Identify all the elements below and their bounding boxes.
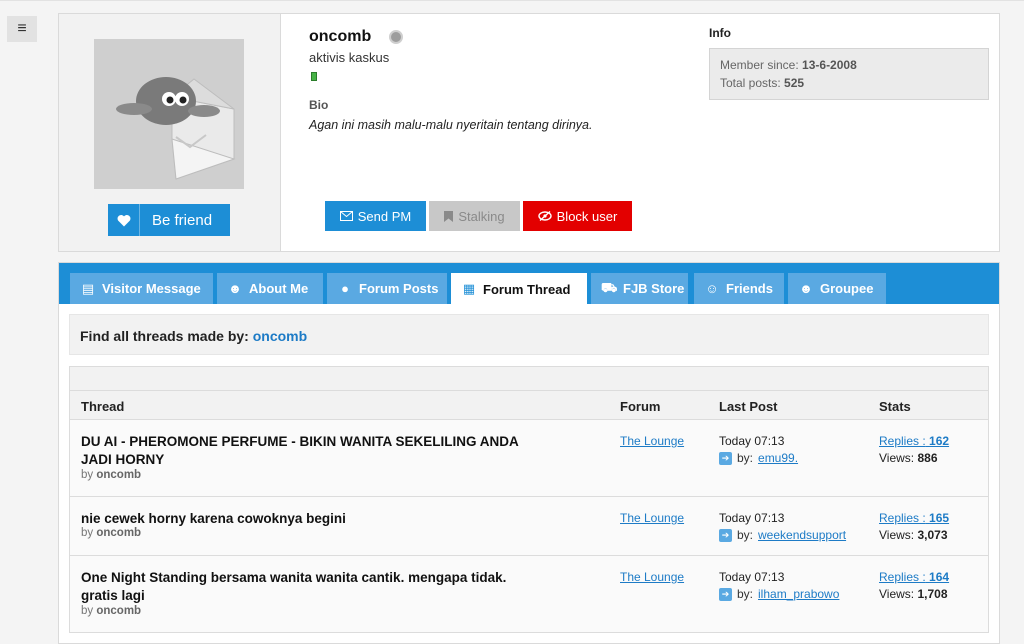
- tab-label: Friends: [726, 281, 773, 296]
- user-icon: ☻: [228, 281, 242, 296]
- be-friend-button[interactable]: Be friend: [108, 204, 230, 236]
- group-icon: ☻: [799, 281, 813, 296]
- last-poster-link[interactable]: weekendsupport: [758, 528, 846, 542]
- bookmark-icon: [444, 210, 454, 222]
- tab-forum-posts[interactable]: ● Forum Posts: [327, 273, 447, 304]
- thread-author: by oncomb: [81, 469, 142, 481]
- header-last-post: Last Post: [719, 399, 778, 414]
- last-post-time: Today 07:13: [719, 434, 785, 448]
- stalking-button[interactable]: Stalking: [429, 201, 520, 231]
- block-user-label: Block user: [556, 208, 618, 224]
- friend-icon: ☺: [705, 281, 719, 296]
- top-divider: [0, 0, 1024, 1]
- member-since-value: 13-6-2008: [802, 58, 857, 72]
- find-prefix: Find all threads made by:: [80, 328, 249, 344]
- hamburger-icon: ≡: [17, 20, 27, 37]
- author-link[interactable]: oncomb: [96, 469, 141, 481]
- tab-label: About Me: [249, 281, 309, 296]
- header-stats: Stats: [879, 399, 911, 414]
- member-since-line: Member since: 13-6-2008: [720, 58, 857, 72]
- reputation-icon: [311, 72, 317, 81]
- threads-table: Thread Forum Last Post Stats DU AI - PHE…: [69, 366, 989, 633]
- last-post-by: ➔ by: emu99.: [719, 451, 798, 465]
- thread-title-link[interactable]: One Night Standing bersama wanita wanita…: [81, 569, 521, 605]
- find-username-link[interactable]: oncomb: [253, 328, 307, 344]
- bio-text: Agan ini masih malu-malu nyeritain tenta…: [309, 118, 593, 132]
- tab-groupee[interactable]: ☻ Groupee: [788, 273, 886, 304]
- last-post-by: ➔ by: weekendsupport: [719, 528, 846, 542]
- total-posts-line: Total posts: 525: [720, 76, 805, 90]
- calendar-icon: ▦: [462, 281, 476, 296]
- views-count: Views: 3,073: [879, 528, 948, 542]
- envelope-icon: [339, 211, 353, 221]
- profile-avatar-panel: Be friend: [59, 14, 281, 251]
- tab-bar: ▤ Visitor Message ☻ About Me ● Forum Pos…: [59, 263, 999, 305]
- send-pm-label: Send PM: [357, 208, 412, 224]
- profile-actions: Send PM Stalking Block user: [325, 201, 632, 231]
- avatar: [94, 39, 244, 189]
- info-heading: Info: [709, 26, 731, 40]
- author-link[interactable]: oncomb: [96, 527, 141, 539]
- profile-username: oncomb: [309, 28, 372, 45]
- forum-link[interactable]: The Lounge: [620, 434, 684, 448]
- header-forum: Forum: [620, 399, 661, 414]
- go-to-last-post-icon[interactable]: ➔: [719, 587, 732, 601]
- total-posts-value: 525: [784, 76, 805, 90]
- go-to-last-post-icon[interactable]: ➔: [719, 528, 732, 542]
- tab-label: Forum Posts: [359, 281, 439, 296]
- author-link[interactable]: oncomb: [96, 605, 141, 617]
- mascot-box-icon: [94, 39, 244, 189]
- info-box: Member since: 13-6-2008 Total posts: 525: [709, 48, 989, 100]
- last-poster-link[interactable]: ilham_prabowo: [758, 587, 839, 601]
- user-title: aktivis kaskus: [309, 50, 390, 65]
- replies-link[interactable]: Replies : 162: [879, 434, 949, 448]
- profile-card: Be friend oncomb aktivis kaskus Bio Agan…: [58, 13, 1000, 252]
- views-count: Views: 886: [879, 451, 938, 465]
- thread-author: by oncomb: [81, 527, 142, 539]
- thread-title-link[interactable]: nie cewek horny karena cowoknya begini: [81, 510, 521, 528]
- eye-slash-icon: [537, 211, 552, 221]
- table-row: DU AI - PHEROMONE PERFUME - BIKIN WANITA…: [70, 420, 988, 497]
- header-thread: Thread: [81, 399, 125, 414]
- table-header: Thread Forum Last Post Stats: [70, 391, 988, 420]
- views-count: Views: 1,708: [879, 587, 948, 601]
- bio-heading: Bio: [309, 98, 329, 112]
- last-post-by: ➔ by: ilham_prabowo: [719, 587, 839, 601]
- heart-icon: [108, 204, 140, 236]
- menu-button[interactable]: ≡: [7, 16, 37, 42]
- tab-label: Forum Thread: [483, 281, 571, 297]
- replies-link[interactable]: Replies : 164: [879, 570, 949, 584]
- last-post-time: Today 07:13: [719, 570, 785, 584]
- profile-tabs-panel: ▤ Visitor Message ☻ About Me ● Forum Pos…: [58, 262, 1000, 644]
- stalking-label: Stalking: [458, 208, 505, 224]
- tab-fjb-store[interactable]: ⛟ FJB Store: [591, 273, 688, 304]
- forum-link[interactable]: The Lounge: [620, 570, 684, 584]
- thread-author: by oncomb: [81, 605, 142, 617]
- tab-friends[interactable]: ☺ Friends: [694, 273, 784, 304]
- tab-about-me[interactable]: ☻ About Me: [217, 273, 323, 304]
- send-pm-button[interactable]: Send PM: [325, 201, 426, 231]
- be-friend-label: Be friend: [152, 211, 213, 229]
- tab-label: Groupee: [820, 281, 874, 296]
- message-icon: ▤: [81, 280, 95, 296]
- table-row: nie cewek horny karena cowoknya begini b…: [70, 497, 988, 556]
- find-threads-bar: Find all threads made by: oncomb: [69, 314, 989, 355]
- tab-visitor-message[interactable]: ▤ Visitor Message: [70, 273, 213, 304]
- forum-link[interactable]: The Lounge: [620, 511, 684, 525]
- cart-icon: ⛟: [601, 279, 618, 295]
- tab-label: FJB Store: [623, 281, 685, 296]
- last-poster-link[interactable]: emu99.: [758, 451, 798, 465]
- table-top-strip: [70, 367, 988, 391]
- last-post-time: Today 07:13: [719, 511, 785, 525]
- tab-label: Visitor Message: [102, 281, 201, 296]
- replies-link[interactable]: Replies : 165: [879, 511, 949, 525]
- table-row: One Night Standing bersama wanita wanita…: [70, 556, 988, 633]
- block-user-button[interactable]: Block user: [523, 201, 632, 231]
- tab-forum-thread[interactable]: ▦ Forum Thread: [451, 273, 587, 305]
- go-to-last-post-icon[interactable]: ➔: [719, 451, 732, 465]
- chat-icon: ●: [341, 281, 349, 296]
- thread-title-link[interactable]: DU AI - PHEROMONE PERFUME - BIKIN WANITA…: [81, 433, 521, 469]
- offline-status-icon: [389, 30, 403, 44]
